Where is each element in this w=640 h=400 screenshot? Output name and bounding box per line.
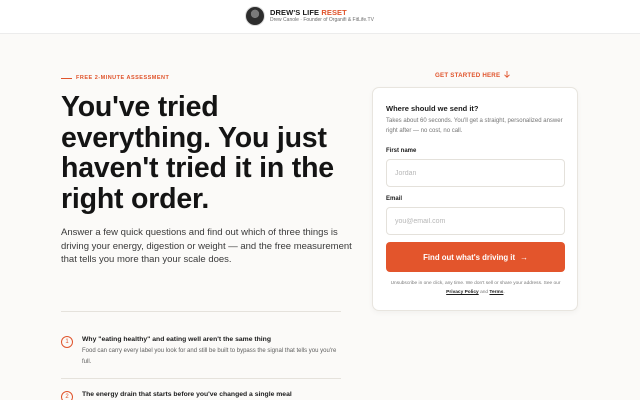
terms-link[interactable]: Terms	[489, 290, 503, 295]
eyebrow-label: FREE 2-MINUTE ASSESSMENT	[76, 75, 170, 81]
divider	[61, 378, 341, 379]
list-item-title: Why "eating healthy" and eating well are…	[82, 336, 271, 343]
get-started-label: GET STARTED HERE	[435, 72, 501, 79]
get-started-link[interactable]: GET STARTED HERE	[435, 71, 511, 80]
top-header: DREW'S LIFE RESET Drew Canole · Founder …	[0, 0, 640, 34]
number-badge: 2	[61, 391, 73, 400]
arrow-right-icon: →	[520, 252, 528, 262]
brand-accent: RESET	[321, 7, 347, 17]
list-item: 2 The energy drain that starts before yo…	[61, 390, 341, 400]
form-title: Where should we send it?	[386, 104, 479, 113]
submit-button[interactable]: Find out what's driving it →	[386, 242, 565, 272]
brand-title: DREW'S LIFE RESET	[270, 9, 374, 17]
lede-paragraph: Answer a few quick questions and find ou…	[61, 227, 352, 265]
first-name-field[interactable]	[386, 159, 565, 187]
arrow-down-icon	[504, 71, 511, 80]
avatar	[245, 6, 265, 26]
eyebrow: FREE 2-MINUTE ASSESSMENT	[61, 75, 169, 81]
number-badge: 1	[61, 336, 73, 348]
fine-print-text: Unsubscribe in one click, any time. We d…	[390, 281, 561, 286]
submit-label: Find out what's driving it	[423, 252, 516, 262]
list-item: 1 Why "eating healthy" and eating well a…	[61, 335, 341, 368]
privacy-policy-link[interactable]: Privacy Policy	[446, 290, 479, 295]
form-subtitle: Takes about 60 seconds. You'll get a str…	[386, 118, 563, 134]
divider	[61, 311, 341, 312]
brand[interactable]: DREW'S LIFE RESET Drew Canole · Founder …	[245, 6, 374, 26]
brand-text: DREW'S LIFE RESET Drew Canole · Founder …	[270, 9, 374, 24]
list-item-body: Why "eating healthy" and eating well are…	[82, 335, 342, 368]
list-item-title: The energy drain that starts before you'…	[82, 391, 292, 398]
brand-name: DREW'S LIFE	[270, 7, 320, 17]
list-item-desc: Food can carry every label you look for …	[82, 348, 337, 365]
fine-print: Unsubscribe in one click, any time. We d…	[386, 279, 565, 297]
list-item-body: The energy drain that starts before you'…	[82, 390, 292, 400]
brand-tagline: Drew Canole · Founder of Organifi & FitL…	[270, 17, 374, 24]
fine-print-end: .	[503, 290, 505, 295]
eyebrow-rule	[61, 77, 72, 79]
email-field[interactable]	[386, 207, 565, 235]
fine-print-and: and	[480, 290, 489, 295]
email-label: Email	[386, 196, 403, 202]
signup-card: Where should we send it? Takes about 60 …	[372, 87, 578, 311]
page-title: You've tried everything. You just haven'…	[61, 91, 334, 215]
first-name-label: First name	[386, 148, 417, 154]
